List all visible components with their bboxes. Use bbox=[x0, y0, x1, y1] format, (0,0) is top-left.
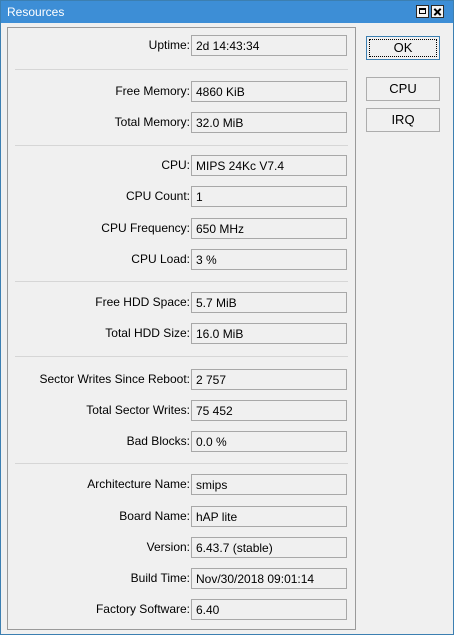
total-sector-writes-label: Total Sector Writes: bbox=[86, 403, 190, 417]
cpu-field: MIPS 24Kc V7.4 bbox=[191, 155, 347, 176]
total-sector-writes-row: Total Sector Writes: 75 452 bbox=[8, 400, 355, 421]
factory-software-label: Factory Software: bbox=[95, 602, 190, 616]
total-sector-writes-field: 75 452 bbox=[191, 400, 347, 421]
total-hdd-size-label: Total HDD Size: bbox=[105, 326, 190, 340]
total-hdd-size-field: 16.0 MiB bbox=[191, 323, 347, 344]
version-row: Version: 6.43.7 (stable) bbox=[8, 537, 355, 558]
factory-software-row: Factory Software: 6.40 bbox=[8, 599, 355, 620]
resources-panel: Uptime: 2d 14:43:34 Free Memory: 4860 Ki… bbox=[7, 27, 356, 630]
separator bbox=[15, 281, 348, 282]
architecture-name-row: Architecture Name: smips bbox=[8, 474, 355, 495]
cpu-count-row: CPU Count: 1 bbox=[8, 186, 355, 207]
total-hdd-size-row: Total HDD Size: 16.0 MiB bbox=[8, 323, 355, 344]
cpu-button[interactable]: CPU bbox=[366, 77, 440, 101]
free-hdd-space-row: Free HDD Space: 5.7 MiB bbox=[8, 292, 355, 313]
cpu-frequency-label: CPU Frequency: bbox=[101, 221, 190, 235]
board-name-field: hAP lite bbox=[191, 506, 347, 527]
cpu-row: CPU: MIPS 24Kc V7.4 bbox=[8, 155, 355, 176]
free-memory-field: 4860 KiB bbox=[191, 81, 347, 102]
uptime-field: 2d 14:43:34 bbox=[191, 35, 347, 56]
sector-writes-since-reboot-field: 2 757 bbox=[191, 369, 347, 390]
cpu-load-row: CPU Load: 3 % bbox=[8, 249, 355, 270]
total-memory-field: 32.0 MiB bbox=[191, 112, 347, 133]
architecture-name-field: smips bbox=[191, 474, 347, 495]
bad-blocks-field: 0.0 % bbox=[191, 431, 347, 452]
architecture-name-label: Architecture Name: bbox=[87, 477, 190, 491]
free-memory-label: Free Memory: bbox=[115, 84, 190, 98]
cpu-frequency-row: CPU Frequency: 650 MHz bbox=[8, 218, 355, 239]
bad-blocks-row: Bad Blocks: 0.0 % bbox=[8, 431, 355, 452]
free-hdd-space-label: Free HDD Space: bbox=[95, 295, 190, 309]
maximize-icon[interactable] bbox=[416, 5, 429, 18]
cpu-load-field: 3 % bbox=[191, 249, 347, 270]
focus-ring bbox=[369, 39, 437, 57]
title-bar[interactable]: Resources bbox=[1, 1, 453, 23]
uptime-row: Uptime: 2d 14:43:34 bbox=[8, 35, 355, 56]
ok-button[interactable]: OK bbox=[366, 36, 440, 60]
sector-writes-since-reboot-row: Sector Writes Since Reboot: 2 757 bbox=[8, 369, 355, 390]
version-label: Version: bbox=[146, 540, 190, 554]
cpu-label: CPU: bbox=[161, 158, 190, 172]
cpu-frequency-field: 650 MHz bbox=[191, 218, 347, 239]
bad-blocks-label: Bad Blocks: bbox=[126, 434, 190, 448]
total-memory-row: Total Memory: 32.0 MiB bbox=[8, 112, 355, 133]
cpu-button-label: CPU bbox=[389, 81, 417, 96]
separator bbox=[15, 145, 348, 146]
build-time-row: Build Time: Nov/30/2018 09:01:14 bbox=[8, 568, 355, 589]
build-time-field: Nov/30/2018 09:01:14 bbox=[191, 568, 347, 589]
board-name-label: Board Name: bbox=[119, 509, 190, 523]
sector-writes-since-reboot-label: Sector Writes Since Reboot: bbox=[39, 372, 190, 386]
window-title: Resources bbox=[7, 5, 65, 19]
irq-button[interactable]: IRQ bbox=[366, 108, 440, 132]
board-name-row: Board Name: hAP lite bbox=[8, 506, 355, 527]
separator bbox=[15, 69, 348, 70]
total-memory-label: Total Memory: bbox=[114, 115, 190, 129]
cpu-count-label: CPU Count: bbox=[125, 189, 190, 203]
cpu-load-label: CPU Load: bbox=[131, 252, 190, 266]
cpu-count-field: 1 bbox=[191, 186, 347, 207]
build-time-label: Build Time: bbox=[130, 571, 190, 585]
separator bbox=[15, 356, 348, 357]
resources-window: Resources Uptime: 2d 14:43:34 Free Memor… bbox=[0, 0, 454, 635]
version-field: 6.43.7 (stable) bbox=[191, 537, 347, 558]
irq-button-label: IRQ bbox=[391, 112, 415, 127]
close-icon[interactable] bbox=[431, 5, 444, 18]
free-hdd-space-field: 5.7 MiB bbox=[191, 292, 347, 313]
uptime-label: Uptime: bbox=[148, 38, 190, 52]
separator bbox=[15, 463, 348, 464]
factory-software-field: 6.40 bbox=[191, 599, 347, 620]
free-memory-row: Free Memory: 4860 KiB bbox=[8, 81, 355, 102]
